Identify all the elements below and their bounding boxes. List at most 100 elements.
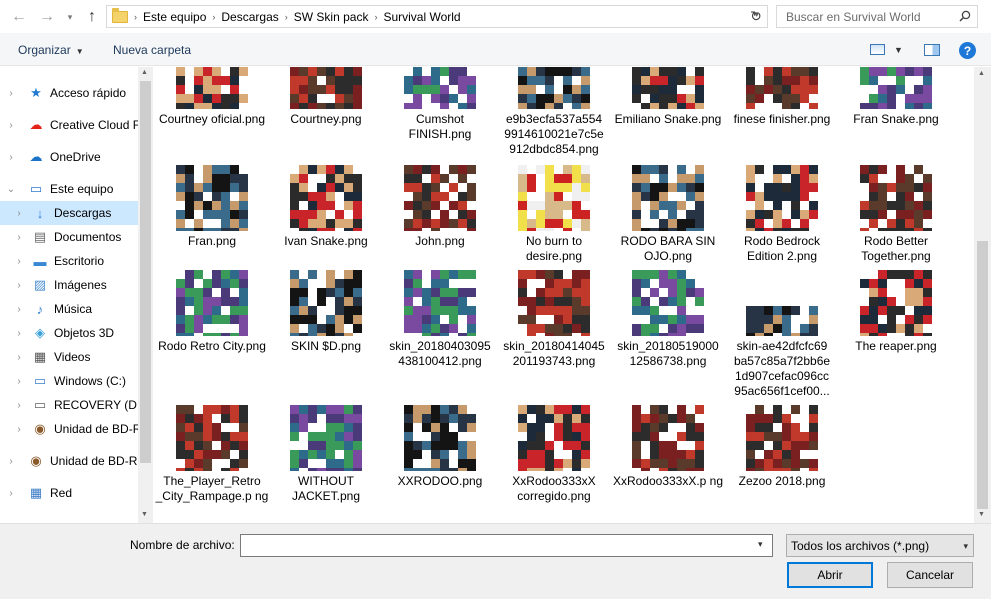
nav-item[interactable]: › ☁ Creative Cloud Fil <box>0 113 138 137</box>
chevron-down-icon[interactable]: ⌄ <box>6 184 16 195</box>
chevron-right-icon[interactable]: › <box>14 400 24 411</box>
file-item[interactable]: The reaper.png <box>839 270 953 370</box>
drive-icon: ▭ <box>33 397 47 412</box>
filename-input[interactable] <box>240 534 773 557</box>
scroll-up-icon[interactable]: ▲ <box>141 69 148 76</box>
file-item[interactable]: e9b3ecfa537a554 9914610021e7c5e 912dbdc8… <box>497 67 611 167</box>
chevron-right-icon[interactable]: › <box>6 152 16 163</box>
file-item[interactable]: skin_20180519000 12586738.png <box>611 270 725 370</box>
chevron-right-icon[interactable]: › <box>14 328 24 339</box>
file-item[interactable]: XxRodoo333xX corregido.png <box>497 405 611 505</box>
organize-button[interactable]: Organizar ▼ <box>18 43 84 57</box>
search-input[interactable]: Buscar en Survival World <box>776 5 978 28</box>
nav-item[interactable]: ⌄ ▭ Este equipo <box>0 177 138 201</box>
file-item[interactable]: XxRodoo333xX.p ng <box>611 405 725 505</box>
file-item[interactable]: No burn to desire.png <box>497 165 611 265</box>
file-item[interactable]: Cumshot FINISH.png <box>383 67 497 167</box>
file-item[interactable]: SKIN $D.png <box>269 270 383 370</box>
file-item[interactable]: John.png <box>383 165 497 265</box>
nav-item-label: Este equipo <box>50 182 114 196</box>
nav-item[interactable]: › ▤ Documentos <box>0 225 138 249</box>
chevron-right-icon[interactable]: › <box>14 208 24 219</box>
file-item[interactable]: Rodo Bedrock Edition 2.png <box>725 165 839 265</box>
nav-item[interactable]: › ▭ RECOVERY (D:) <box>0 393 138 417</box>
chevron-right-icon[interactable]: › <box>14 376 24 387</box>
file-item[interactable]: Ivan Snake.png <box>269 165 383 265</box>
change-view-icon[interactable] <box>870 44 885 55</box>
breadcrumb-item[interactable]: Survival World <box>383 10 460 24</box>
cancel-button[interactable]: Cancelar <box>887 562 973 588</box>
file-item[interactable]: finese finisher.png <box>725 67 839 167</box>
nav-item[interactable]: › ▨ Imágenes <box>0 273 138 297</box>
chevron-right-icon[interactable]: › <box>14 424 24 435</box>
chevron-right-icon[interactable]: › <box>285 12 288 22</box>
nav-item[interactable]: › ▦ Videos <box>0 345 138 369</box>
file-type-select[interactable]: Todos los archivos (*.png) ▾ <box>786 534 974 557</box>
computer-icon: ▭ <box>29 181 43 196</box>
file-item[interactable]: Fran.png <box>155 165 269 265</box>
chevron-right-icon[interactable]: › <box>6 120 16 131</box>
chevron-right-icon[interactable]: › <box>6 456 16 467</box>
bd-drive-icon: ◉ <box>30 453 42 468</box>
file-item[interactable]: skin_20180414045 201193743.png <box>497 270 611 370</box>
breadcrumb-item[interactable]: Este equipo <box>143 10 206 24</box>
arrow-up-icon: ↑ <box>88 8 96 25</box>
nav-item[interactable]: › ♪ Música <box>0 297 138 321</box>
scrollbar-thumb[interactable] <box>140 81 151 463</box>
chevron-down-icon[interactable]: ▾ <box>758 539 763 550</box>
nav-item[interactable]: › ◉ Unidad de BD-RO <box>0 449 138 473</box>
file-item[interactable]: Fran Snake.png <box>839 67 953 167</box>
nav-item[interactable]: › ◉ Unidad de BD-R <box>0 417 138 441</box>
file-item[interactable]: Courtney.png <box>269 67 383 167</box>
chevron-right-icon[interactable]: › <box>134 12 137 22</box>
chevron-right-icon[interactable]: › <box>6 88 16 99</box>
address-bar[interactable]: › Este equipo › Descargas › SW Skin pack… <box>106 5 768 28</box>
scroll-up-icon[interactable]: ▲ <box>978 70 985 77</box>
nav-item[interactable]: › ↓ Descargas <box>0 201 138 225</box>
refresh-button[interactable]: ↻ <box>745 5 768 28</box>
scroll-down-icon[interactable]: ▼ <box>978 511 985 518</box>
chevron-right-icon[interactable]: › <box>14 232 24 243</box>
open-button[interactable]: Abrir <box>787 562 873 588</box>
file-item[interactable]: Courtney oficial.png <box>155 67 269 167</box>
nav-item[interactable]: › ★ Acceso rápido <box>0 81 138 105</box>
chevron-right-icon[interactable]: › <box>14 256 24 267</box>
file-name: XxRodoo333xX corregido.png <box>512 474 596 503</box>
file-item[interactable]: RODO BARA SIN OJO.png <box>611 165 725 265</box>
caret-down-icon[interactable]: ▼ <box>894 45 903 55</box>
nav-item[interactable]: › ☁ OneDrive <box>0 145 138 169</box>
breadcrumb-item[interactable]: Descargas <box>221 10 278 24</box>
scroll-down-icon[interactable]: ▼ <box>141 511 148 518</box>
nav-item[interactable]: › ◈ Objetos 3D <box>0 321 138 345</box>
preview-pane-icon[interactable] <box>924 44 940 56</box>
file-item[interactable]: skin_20180403095 438100412.png <box>383 270 497 370</box>
nav-item-label: Creative Cloud Fil <box>50 118 138 132</box>
up-button[interactable]: ↑ <box>81 6 103 28</box>
forward-button[interactable]: → <box>36 6 58 28</box>
file-item[interactable]: Zezoo 2018.png <box>725 405 839 505</box>
file-item[interactable]: Rodo Better Together.png <box>839 165 953 265</box>
nav-item[interactable]: › ▭ Windows (C:) <box>0 369 138 393</box>
file-item[interactable]: The_Player_Retro _City_Rampage.p ng <box>155 405 269 505</box>
chevron-right-icon[interactable]: › <box>212 12 215 22</box>
back-button[interactable]: ← <box>8 6 30 28</box>
help-icon[interactable]: ? <box>959 42 976 59</box>
file-item[interactable]: XXRODOO.png <box>383 405 497 505</box>
nav-item[interactable]: › ▬ Escritorio <box>0 249 138 273</box>
recent-locations-button[interactable]: ▾ <box>64 6 76 28</box>
nav-item[interactable]: › ▦ Red <box>0 481 138 505</box>
scrollbar-thumb[interactable] <box>977 241 988 509</box>
new-folder-button[interactable]: Nueva carpeta <box>113 43 191 57</box>
file-item[interactable]: Rodo Retro City.png <box>155 270 269 370</box>
chevron-right-icon[interactable]: › <box>14 280 24 291</box>
chevron-right-icon[interactable]: › <box>14 304 24 315</box>
file-list-scrollbar[interactable]: ▲ ▼ <box>974 67 991 523</box>
chevron-right-icon[interactable]: › <box>6 488 16 499</box>
file-item[interactable]: WITHOUT JACKET.png <box>269 405 383 505</box>
chevron-right-icon[interactable]: › <box>374 12 377 22</box>
file-item[interactable]: skin-ae42dfcfc69 ba57c85a7f2bb6e 1d907ce… <box>725 270 839 398</box>
chevron-right-icon[interactable]: › <box>14 352 24 363</box>
breadcrumb-item[interactable]: SW Skin pack <box>294 10 369 24</box>
file-item[interactable]: Emiliano Snake.png <box>611 67 725 167</box>
nav-scrollbar[interactable]: ▲ ▼ <box>138 67 153 523</box>
